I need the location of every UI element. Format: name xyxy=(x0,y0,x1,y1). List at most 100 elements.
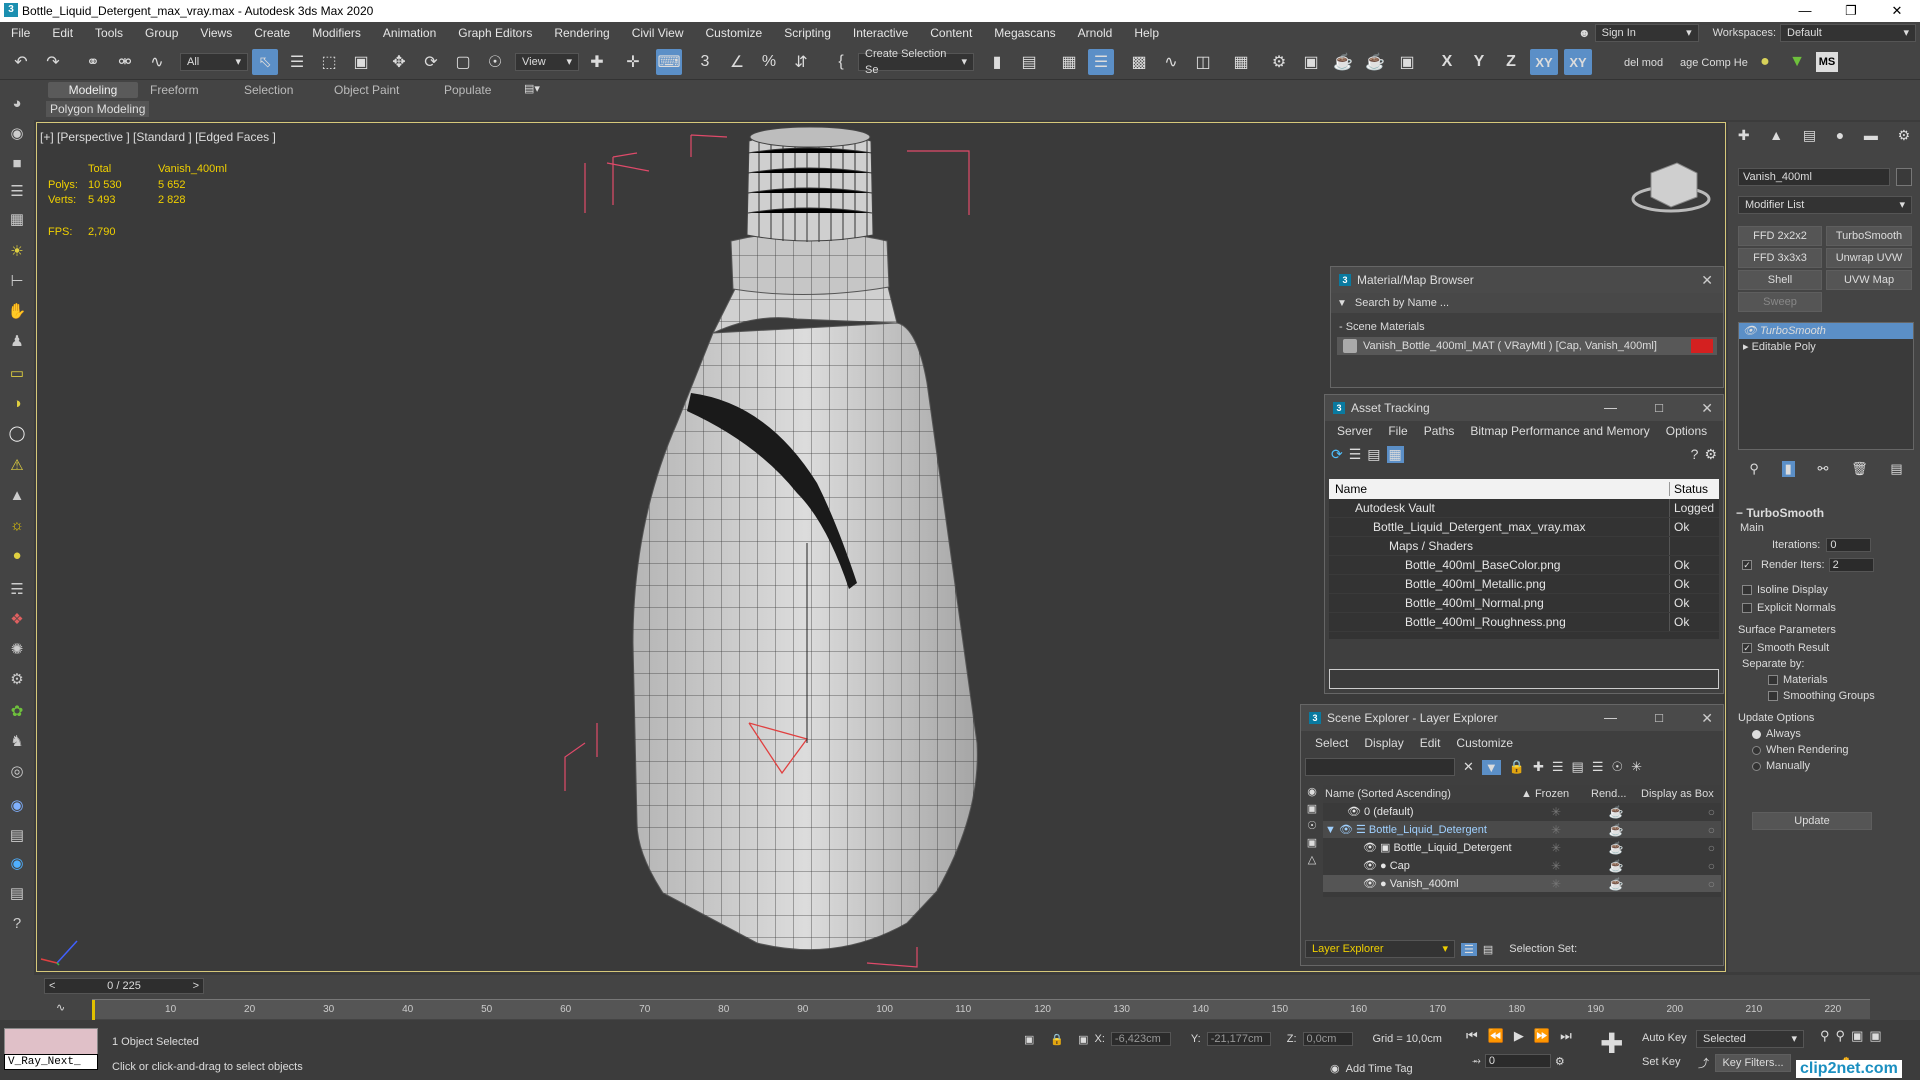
col-renderable[interactable]: Rend... xyxy=(1591,788,1641,800)
table-row[interactable]: Bottle_400ml_Metallic.png Ok xyxy=(1329,575,1719,594)
col-frozen[interactable]: ▲ Frozen xyxy=(1521,788,1591,800)
globe-icon[interactable]: ◉ xyxy=(4,792,30,818)
dome-icon[interactable]: ◑ xyxy=(4,390,30,416)
hierarchy-tab-icon[interactable]: ▤ xyxy=(1803,127,1816,144)
window-crossing-icon[interactable]: ▣ xyxy=(348,49,374,75)
menu-graph-editors[interactable]: Graph Editors xyxy=(447,26,543,40)
render-online-icon[interactable]: ▣ xyxy=(1394,49,1420,75)
goto-start-icon[interactable]: ⏮ xyxy=(1466,1028,1478,1044)
menu-file[interactable]: File xyxy=(0,26,41,40)
pivot-center-icon[interactable]: ✚ xyxy=(584,49,610,75)
set-key-big-icon[interactable]: ✚ xyxy=(1600,1030,1623,1058)
undo-icon[interactable]: ↶ xyxy=(8,49,34,75)
chevron-down-icon[interactable]: ▼ xyxy=(1337,298,1347,309)
zoom-extents-icon[interactable]: ▣ xyxy=(1851,1028,1863,1044)
add-time-tag[interactable]: Add Time Tag xyxy=(1346,1063,1413,1075)
camera-icon[interactable]: ◉ xyxy=(4,120,30,146)
percent-snap-icon[interactable]: % xyxy=(756,49,782,75)
time-config-icon[interactable]: ⚙ xyxy=(1555,1055,1565,1068)
snaps-toggle-icon[interactable]: 3 xyxy=(692,49,718,75)
next-key-icon[interactable]: ⏩ xyxy=(1534,1028,1550,1044)
explorer-type-dropdown[interactable]: Layer Explorer ▾ xyxy=(1305,940,1455,958)
axis-z-button[interactable]: Z xyxy=(1498,49,1524,75)
script-comp-help-button[interactable]: age Comp Help xyxy=(1680,57,1748,69)
polygon-modeling-panel[interactable]: Polygon Modeling xyxy=(46,101,150,117)
workspace-dropdown[interactable]: Default ▾ xyxy=(1780,24,1916,42)
menu-modifiers[interactable]: Modifiers xyxy=(301,26,372,40)
ribbon-tab-populate[interactable]: Populate xyxy=(432,82,503,98)
viewport-label[interactable]: [+] [Perspective ] [Standard ] [Edged Fa… xyxy=(40,130,276,144)
settings-icon[interactable]: ⚙ xyxy=(1704,446,1717,463)
unlink-icon[interactable]: ⚮ xyxy=(112,49,138,75)
minimize-icon[interactable]: — xyxy=(1604,705,1617,731)
unwrap-uvw-button[interactable]: Unwrap UVW xyxy=(1826,248,1912,268)
col-display-as-box[interactable]: Display as Box xyxy=(1641,788,1714,800)
vray-icon[interactable]: ◉ xyxy=(4,850,30,876)
create-selection-set-dropdown[interactable]: Create Selection Se ▾ xyxy=(858,48,974,76)
menu-help[interactable]: Help xyxy=(1123,26,1170,40)
help-icon[interactable]: ? xyxy=(4,910,30,936)
render-iters-spinner[interactable]: 2 xyxy=(1828,558,1874,572)
rendered-frame-window-icon[interactable]: ▣ xyxy=(1298,49,1324,75)
hierarchy-icon[interactable]: ▤ xyxy=(1572,759,1584,775)
display-helpers-icon[interactable]: △ xyxy=(1308,853,1316,866)
material-search-input[interactable]: Search by Name ... xyxy=(1355,297,1449,309)
time-slider[interactable]: 0 / 225 xyxy=(59,980,188,992)
remove-modifier-icon[interactable]: 🗑 xyxy=(1851,461,1868,477)
axis-xy-cycle-button[interactable]: XY xyxy=(1564,49,1592,75)
ms-button[interactable]: MS xyxy=(1816,52,1838,72)
named-selection-icon[interactable]: { xyxy=(828,49,854,75)
isoline-display-checkbox[interactable] xyxy=(1742,585,1752,596)
play-icon[interactable]: ▶ xyxy=(1514,1028,1524,1044)
sign-in-dropdown[interactable]: Sign In ▾ xyxy=(1594,24,1699,42)
menu-civil-view[interactable]: Civil View xyxy=(621,26,695,40)
cone-icon[interactable]: ▲ xyxy=(4,482,30,508)
menu-customize[interactable]: Customize xyxy=(695,26,774,40)
configure-sets-icon[interactable]: ▤ xyxy=(1890,461,1902,477)
paint-icon[interactable]: ❖ xyxy=(4,606,30,632)
table-row[interactable]: Autodesk Vault Logged xyxy=(1329,499,1719,518)
x-coordinate-field[interactable]: -6,423cm xyxy=(1110,1032,1171,1046)
table-row[interactable]: Bottle_Liquid_Detergent_max_vray.max Ok xyxy=(1329,518,1719,537)
keyboard-shortcut-override-icon[interactable]: ⌨ xyxy=(656,49,682,75)
maximize-icon[interactable]: □ xyxy=(1655,705,1663,731)
motion-tab-icon[interactable]: ● xyxy=(1836,127,1844,143)
modify-tab-icon[interactable]: ▲ xyxy=(1769,127,1783,143)
material-editor-icon[interactable]: ▦ xyxy=(1228,49,1254,75)
zoom-extents-all-icon[interactable]: ▣ xyxy=(1869,1028,1881,1044)
table-row[interactable]: Bottle_400ml_Roughness.png Ok xyxy=(1329,613,1719,632)
turbosmooth-button[interactable]: TurboSmooth xyxy=(1826,226,1912,246)
people-icon[interactable]: ♟ xyxy=(4,328,30,354)
modifier-list-dropdown[interactable]: Modifier List ▾ xyxy=(1738,196,1912,214)
absolute-mode-icon[interactable]: ▣ xyxy=(1078,1033,1088,1046)
grid-icon[interactable]: ▦ xyxy=(4,206,30,232)
megascans-icon[interactable]: ▼ xyxy=(1784,49,1810,75)
lock-icon[interactable]: 🔒 xyxy=(1509,759,1525,775)
close-icon[interactable]: ✕ xyxy=(1874,0,1920,22)
col-name-sorted[interactable]: Name (Sorted Ascending) xyxy=(1323,788,1521,800)
next-frame-icon[interactable]: > xyxy=(189,980,203,992)
layers-stack-icon[interactable]: ☰ xyxy=(1552,759,1564,775)
close-icon[interactable]: ✕ xyxy=(1701,395,1713,421)
display-tab-icon[interactable]: ▬ xyxy=(1864,127,1878,143)
plane-icon[interactable]: ▭ xyxy=(4,360,30,386)
list-item[interactable]: 👁 ▣ Bottle_Liquid_Detergent ✳ ☕ ○ xyxy=(1323,839,1721,857)
scene-menu-edit[interactable]: Edit xyxy=(1412,736,1449,750)
explicit-normals-checkbox[interactable] xyxy=(1742,603,1752,614)
key-tangent-icon[interactable]: ⤴ xyxy=(1698,1055,1709,1071)
ribbon-tab-modeling[interactable]: Modeling xyxy=(48,82,138,98)
manually-radio[interactable] xyxy=(1752,761,1761,771)
rect-selection-icon[interactable]: ⬚ xyxy=(316,49,342,75)
scene-menu-display[interactable]: Display xyxy=(1356,736,1411,750)
asset-menu-paths[interactable]: Paths xyxy=(1416,424,1463,438)
ffd-2x2x2-button[interactable]: FFD 2x2x2 xyxy=(1738,226,1822,246)
stack-item-turbosmooth[interactable]: 👁 TurboSmooth xyxy=(1739,323,1913,339)
scene-search-input[interactable] xyxy=(1305,758,1455,776)
bind-spacewarp-icon[interactable]: ∿ xyxy=(144,49,170,75)
ribbon-options-icon[interactable]: ▤▾ xyxy=(524,82,540,95)
display-lights-icon[interactable]: ☉ xyxy=(1307,819,1317,832)
menu-animation[interactable]: Animation xyxy=(372,26,447,40)
hand-icon[interactable]: ✋ xyxy=(4,298,30,324)
asset-menu-options[interactable]: Options xyxy=(1658,424,1715,438)
auto-key-button[interactable]: Auto Key xyxy=(1642,1032,1687,1044)
